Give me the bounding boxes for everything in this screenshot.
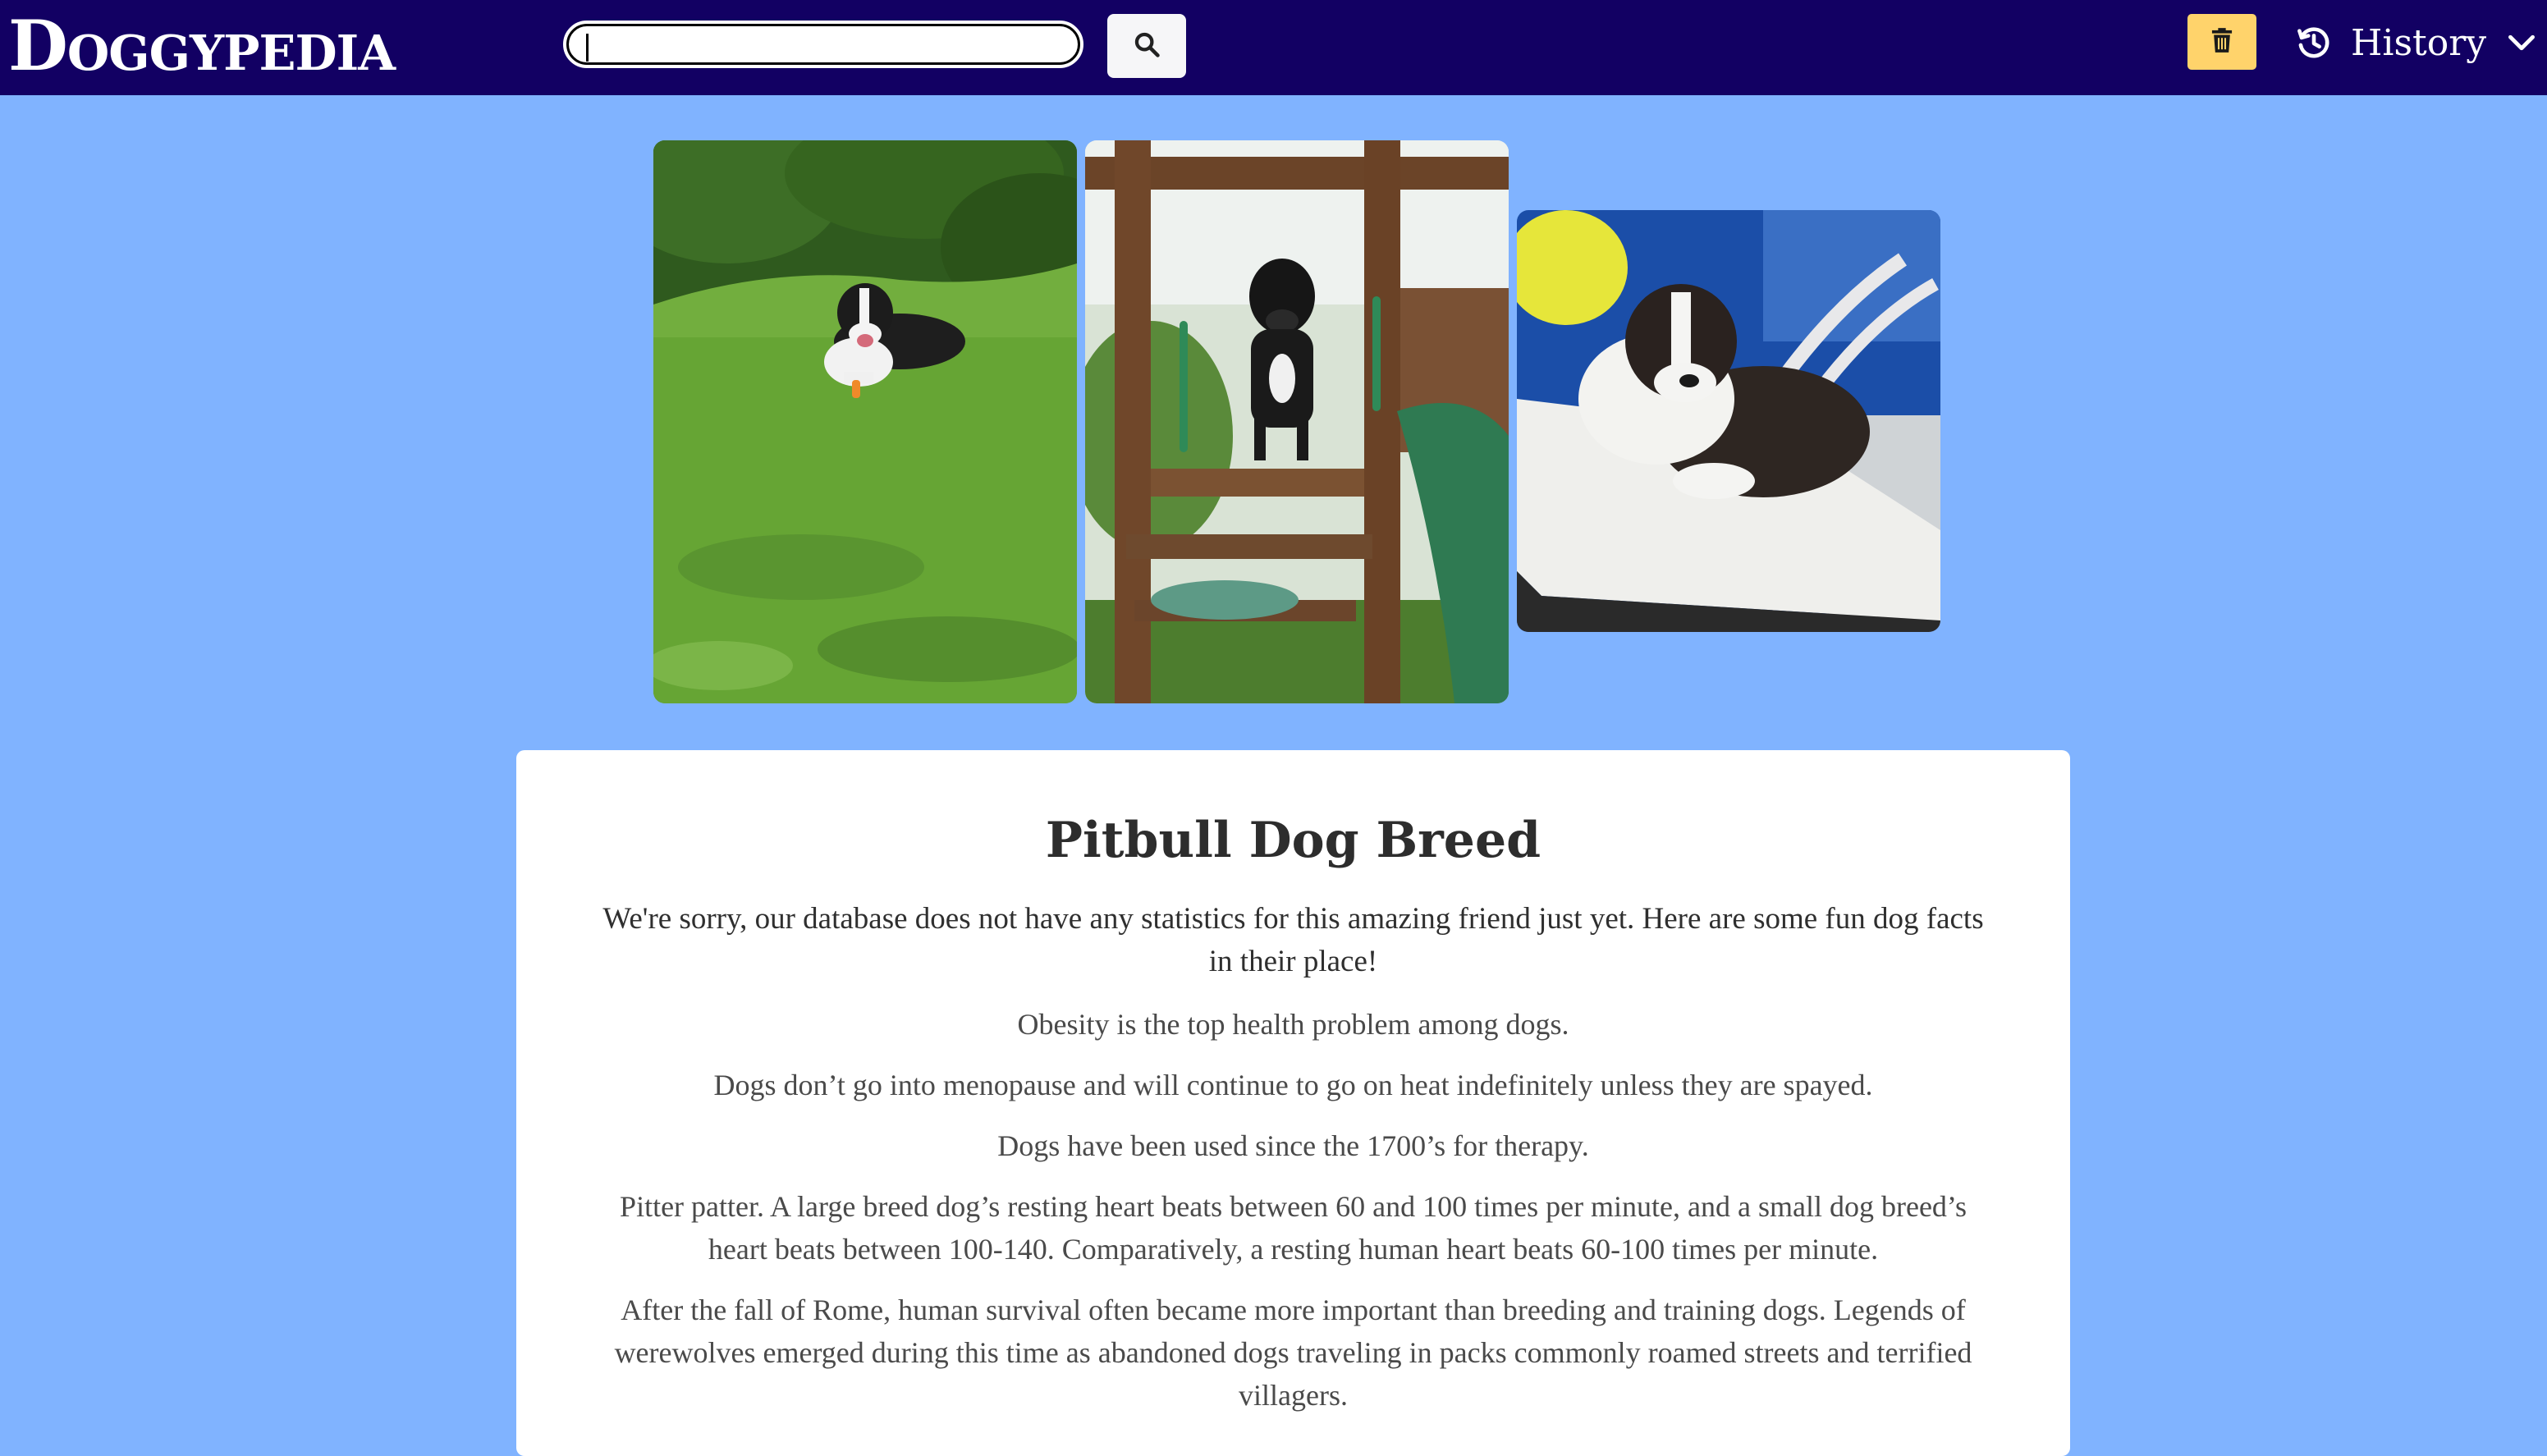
chevron-down-icon	[2508, 34, 2536, 52]
site-logo[interactable]: Doggypedia	[8, 0, 396, 95]
top-navbar: Doggypedia History	[0, 0, 2547, 95]
no-stats-notice: We're sorry, our database does not have …	[602, 902, 1984, 978]
clear-history-button[interactable]	[2187, 14, 2256, 70]
history-dropdown[interactable]: History	[2295, 15, 2536, 71]
dog-fact: Pitter patter. A large breed dog’s resti…	[620, 1190, 1967, 1266]
search-input[interactable]	[563, 21, 1083, 68]
text-cursor	[586, 34, 589, 62]
breed-info-card: Pitbull Dog Breed We're sorry, our datab…	[516, 750, 2070, 1456]
dog-photo-grass	[653, 140, 1077, 703]
search-button[interactable]	[1107, 14, 1186, 78]
trash-icon	[2211, 27, 2233, 57]
dog-photo-lounge-chair	[1517, 210, 1940, 632]
dog-photo-playground	[1085, 140, 1509, 703]
dog-fact: After the fall of Rome, human survival o…	[614, 1293, 1972, 1412]
search-icon	[1133, 30, 1161, 62]
history-label: History	[2351, 21, 2487, 64]
history-icon	[2295, 24, 2333, 62]
breed-title: Pitbull Dog Breed	[1045, 812, 1541, 869]
dog-fact: Obesity is the top health problem among …	[1017, 1008, 1569, 1041]
dog-fact: Dogs have been used since the 1700’s for…	[997, 1129, 1589, 1162]
dog-fact: Dogs don’t go into menopause and will co…	[713, 1069, 1873, 1101]
